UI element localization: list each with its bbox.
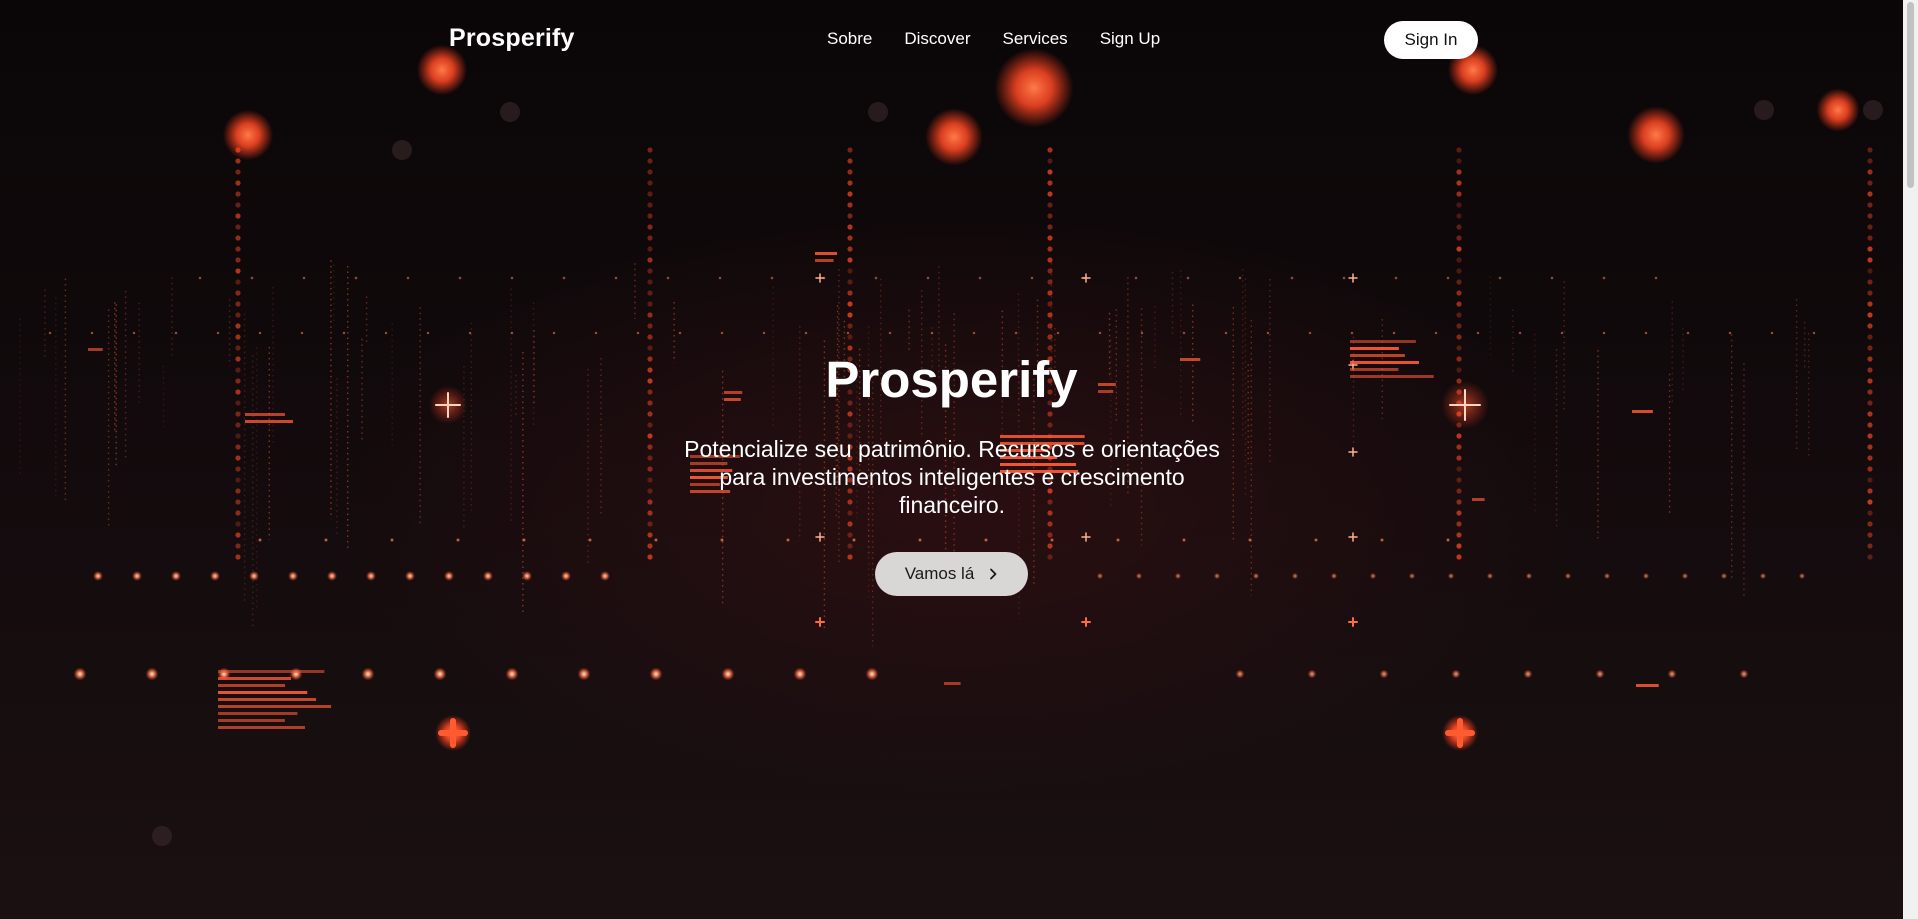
cta-button[interactable]: Vamos lá	[875, 552, 1028, 596]
landing-page: Prosperify Sobre Discover Services Sign …	[0, 0, 1918, 919]
top-navbar: Prosperify Sobre Discover Services Sign …	[0, 0, 1900, 78]
hero-subtitle: Potencialize seu patrimônio. Recursos e …	[684, 436, 1220, 518]
nav-link-sign-up[interactable]: Sign Up	[1100, 29, 1160, 49]
nav-link-services[interactable]: Services	[1003, 29, 1068, 49]
nav-link-discover[interactable]: Discover	[904, 29, 970, 49]
chevron-right-icon	[988, 568, 998, 580]
brand-logo[interactable]: Prosperify	[449, 24, 575, 53]
sign-in-button[interactable]: Sign In	[1384, 21, 1478, 59]
page-scrollbar[interactable]	[1903, 0, 1918, 919]
nav-link-sobre[interactable]: Sobre	[827, 29, 872, 49]
cta-button-label: Vamos lá	[904, 564, 975, 583]
hero-title: Prosperify	[825, 351, 1078, 408]
nav-links: Sobre Discover Services Sign Up	[827, 29, 1160, 49]
hero-section: Prosperify Potencialize seu patrimônio. …	[0, 0, 1900, 919]
scrollbar-thumb[interactable]	[1907, 2, 1914, 188]
